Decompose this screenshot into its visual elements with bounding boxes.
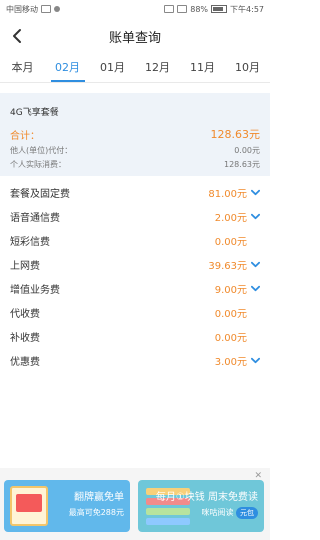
paid-by-other-label: 他人(单位)代付： bbox=[10, 146, 73, 155]
fee-amount: 81.00元 bbox=[208, 188, 247, 200]
ad-right-badge: 元包 bbox=[236, 507, 258, 519]
status-bar: 中国移动 88% 下午4:57 bbox=[0, 0, 270, 18]
fee-value: 3.00元 bbox=[215, 353, 260, 368]
paid-by-other-row: 他人(单位)代付： 0.00元 bbox=[10, 145, 260, 156]
fee-name: 优惠费 bbox=[10, 356, 40, 368]
fee-row-supplement: 补收费 0.00元 bbox=[0, 324, 270, 348]
fee-amount: 0.00元 bbox=[214, 308, 247, 320]
coupon-icon bbox=[10, 486, 48, 526]
ad-right-card[interactable]: 每月①块钱 周末免费读 咪咕阅读 元包 bbox=[138, 480, 264, 532]
page-title: 账单查询 bbox=[108, 30, 161, 46]
fee-value: 0.00元 bbox=[215, 329, 260, 344]
fee-name: 套餐及固定费 bbox=[10, 188, 70, 200]
app-header: 账单查询 bbox=[0, 18, 270, 54]
fee-amount: 0.00元 bbox=[214, 332, 247, 344]
tab-november[interactable]: 11月 bbox=[183, 54, 223, 82]
clock: 下午4:57 bbox=[230, 4, 264, 14]
fee-name: 补收费 bbox=[10, 332, 40, 344]
tab-february[interactable]: 02月 bbox=[48, 54, 88, 82]
chevron-down-icon[interactable] bbox=[250, 259, 260, 269]
total-value: 128.63元 bbox=[210, 128, 261, 141]
fee-row-value-added[interactable]: 增值业务费 9.00元 bbox=[0, 276, 270, 300]
fee-row-sms-mms: 短彩信费 0.00元 bbox=[0, 228, 270, 252]
tab-current-month[interactable]: 本月 bbox=[3, 54, 43, 82]
ad-right-text: 每月①块钱 周末免费读 咪咕阅读 元包 bbox=[156, 488, 258, 519]
battery-percentage: 88% bbox=[190, 4, 209, 14]
paid-by-other-value: 0.00元 bbox=[234, 146, 260, 155]
ad-right-subtitle: 咪咕阅读 bbox=[201, 508, 234, 517]
total-row: 合计： 128.63元 bbox=[10, 126, 260, 142]
message-icon bbox=[41, 5, 51, 13]
tab-october[interactable]: 10月 bbox=[228, 54, 268, 82]
book-bar bbox=[146, 518, 190, 525]
back-arrow-icon[interactable] bbox=[10, 28, 24, 44]
fee-value: 0.00元 bbox=[215, 305, 260, 320]
app-notification-icon bbox=[54, 6, 60, 12]
fee-name: 语音通信费 bbox=[10, 212, 60, 224]
fee-value: 9.00元 bbox=[215, 281, 260, 296]
month-tabs: 本月 02月 01月 12月 11月 10月 bbox=[0, 54, 270, 83]
status-right: 88% 下午4:57 bbox=[164, 4, 264, 15]
ad-left-card[interactable]: 翻牌赢免单 最高可免288元 bbox=[4, 480, 130, 532]
carrier-name: 中国移动 bbox=[6, 4, 38, 14]
actual-consumption-label: 个人实际消费： bbox=[10, 160, 66, 169]
fee-row-discount[interactable]: 优惠费 3.00元 bbox=[0, 348, 270, 372]
fee-amount: 39.63元 bbox=[208, 260, 247, 272]
fee-amount: 2.00元 bbox=[214, 212, 247, 224]
fee-value: 81.00元 bbox=[208, 185, 260, 200]
signal-icon bbox=[177, 5, 188, 13]
ad-left-title: 翻牌赢免单 bbox=[74, 492, 124, 503]
fee-row-data[interactable]: 上网费 39.63元 bbox=[0, 252, 270, 276]
chevron-down-icon[interactable] bbox=[250, 211, 260, 221]
fee-row-voice[interactable]: 语音通信费 2.00元 bbox=[0, 204, 270, 228]
tab-january[interactable]: 01月 bbox=[93, 54, 133, 82]
actual-consumption-value: 128.63元 bbox=[224, 160, 260, 169]
actual-consumption-row: 个人实际消费： 128.63元 bbox=[10, 159, 260, 170]
fee-name: 上网费 bbox=[10, 260, 40, 272]
fee-value: 2.00元 bbox=[215, 209, 260, 224]
ad-banner-area: ✕ 翻牌赢免单 最高可免288元 每月①块钱 周末免费读 咪咕阅读 元包 bbox=[0, 468, 270, 540]
fee-amount: 9.00元 bbox=[214, 284, 247, 296]
fee-row-collection: 代收费 0.00元 bbox=[0, 300, 270, 324]
status-left: 中国移动 bbox=[6, 4, 60, 15]
fee-name: 代收费 bbox=[10, 308, 40, 320]
battery-icon bbox=[211, 5, 228, 13]
fee-value: 0.00元 bbox=[215, 233, 260, 248]
ad-right-title: 每月①块钱 周末免费读 bbox=[155, 492, 258, 503]
chevron-down-icon[interactable] bbox=[250, 187, 260, 197]
plan-name: 4G飞享套餐 bbox=[10, 108, 59, 118]
tab-december[interactable]: 12月 bbox=[138, 54, 178, 82]
fee-value: 39.63元 bbox=[208, 257, 260, 272]
wifi-icon bbox=[164, 5, 175, 13]
ad-right-subtitle-row: 咪咕阅读 元包 bbox=[156, 507, 258, 519]
chevron-down-icon[interactable] bbox=[250, 283, 260, 293]
ad-left-text: 翻牌赢免单 最高可免288元 bbox=[69, 488, 124, 518]
total-label: 合计： bbox=[10, 130, 40, 142]
fee-amount: 0.00元 bbox=[214, 236, 247, 248]
fee-name: 增值业务费 bbox=[10, 284, 60, 296]
fee-row-package[interactable]: 套餐及固定费 81.00元 bbox=[0, 180, 270, 204]
fee-name: 短彩信费 bbox=[10, 236, 50, 248]
fee-amount: 3.00元 bbox=[214, 356, 247, 368]
chevron-down-icon[interactable] bbox=[250, 355, 260, 365]
ad-left-subtitle: 最高可免288元 bbox=[68, 508, 124, 517]
fee-list: 套餐及固定费 81.00元 语音通信费 2.00元 短彩信费 0.00元 上网费… bbox=[0, 180, 270, 372]
bill-summary: 4G飞享套餐 合计： 128.63元 他人(单位)代付： 0.00元 个人实际消… bbox=[0, 93, 270, 176]
